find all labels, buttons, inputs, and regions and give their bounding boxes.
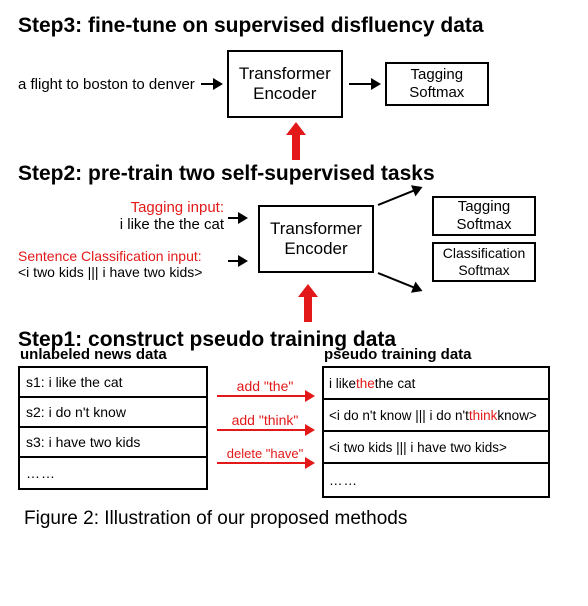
red-arrow-icon: [217, 429, 313, 431]
row-red: think: [469, 408, 498, 423]
step1-section: Step1: construct pseudo training data un…: [18, 328, 570, 498]
row-pre: ……: [329, 473, 358, 488]
data-row: <i two kids ||| i have two kids>: [324, 432, 548, 464]
data-row: s3: i have two kids: [20, 428, 206, 458]
arrow-icon: [228, 217, 246, 219]
mid-label: delete "have": [212, 446, 318, 461]
red-arrow-icon: [217, 462, 313, 464]
classification-softmax-box: Classification Softmax: [432, 242, 536, 282]
step3-row: a flight to boston to denver Transformer…: [18, 48, 570, 120]
data-row: <i do n't know ||| i do n't think know>: [324, 400, 548, 432]
red-up-arrow-icon: [292, 134, 300, 160]
unlabeled-data-box: unlabeled news data s1: i like the cat s…: [18, 366, 208, 490]
encoder-box-step2: Transformer Encoder: [258, 205, 374, 273]
data-row: i like the the cat: [324, 368, 548, 400]
row-pre: <i two kids ||| i have two kids>: [329, 440, 507, 455]
arrow-icon: [349, 83, 379, 85]
classification-input-group: Sentence Classification input: <i two ki…: [18, 248, 224, 280]
data-row-dots: ……: [20, 458, 206, 488]
mid-arrow-group: delete "have": [212, 438, 318, 472]
arrow-icon: [378, 187, 421, 206]
step2-in-arrows: [228, 196, 254, 282]
classification-input-value: <i two kids ||| i have two kids>: [18, 264, 224, 280]
step2-inputs: Tagging input: i like the the cat Senten…: [18, 196, 224, 282]
step2-out-arrows: [378, 196, 424, 282]
red-arrow-icon: [217, 395, 313, 397]
step2-outputs: Tagging Softmax Classification Softmax: [432, 196, 536, 282]
row-pre: <i do n't know ||| i do n't: [329, 408, 469, 423]
mid-arrow-group: add "think": [212, 404, 318, 438]
row-post: the cat: [375, 376, 416, 391]
pseudo-data-box: pseudo training data i like the the cat …: [322, 366, 550, 498]
arrow-icon: [228, 260, 246, 262]
step2-section: Step2: pre-train two self-supervised tas…: [18, 162, 570, 282]
tagging-input-value: i like the the cat: [18, 216, 224, 233]
row-post: know>: [497, 408, 536, 423]
step3-section: Step3: fine-tune on supervised disfluenc…: [18, 14, 570, 120]
step1-row: unlabeled news data s1: i like the cat s…: [18, 366, 570, 498]
tagging-input-group: Tagging input: i like the the cat: [18, 199, 224, 233]
data-row: s1: i like the cat: [20, 368, 206, 398]
classification-input-label: Sentence Classification input:: [18, 248, 224, 264]
vert-arrow-wrap: [238, 120, 354, 160]
step3-input-text: a flight to boston to denver: [18, 76, 195, 93]
vert-arrow-wrap: [250, 282, 366, 322]
tagging-input-label: Tagging input:: [18, 199, 224, 216]
step2-encoder-wrap: Transformer Encoder: [258, 196, 374, 282]
step2-row: Tagging input: i like the the cat Senten…: [18, 196, 570, 282]
figure-caption: Figure 2: Illustration of our proposed m…: [18, 508, 570, 530]
mid-label: add "the": [212, 378, 318, 394]
tagging-softmax-box: Tagging Softmax: [432, 196, 536, 236]
data-row: s2: i do n't know: [20, 398, 206, 428]
step2-title: Step2: pre-train two self-supervised tas…: [18, 162, 570, 186]
unlabeled-header: unlabeled news data: [20, 346, 167, 363]
arrow-icon: [378, 272, 421, 291]
mid-arrow-group: add "the": [212, 370, 318, 404]
step3-title: Step3: fine-tune on supervised disfluenc…: [18, 14, 570, 38]
encoder-box-step3: Transformer Encoder: [227, 50, 343, 118]
red-up-arrow-icon: [304, 296, 312, 322]
row-pre: i like: [329, 376, 356, 391]
mid-label: add "think": [212, 412, 318, 428]
tagging-softmax-box: Tagging Softmax: [385, 62, 489, 106]
data-row-dots: ……: [324, 464, 548, 496]
row-red: the: [356, 376, 375, 391]
pseudo-header: pseudo training data: [324, 346, 472, 363]
arrow-icon: [201, 83, 221, 85]
mid-arrows: add "the" add "think" delete "have": [212, 366, 318, 472]
